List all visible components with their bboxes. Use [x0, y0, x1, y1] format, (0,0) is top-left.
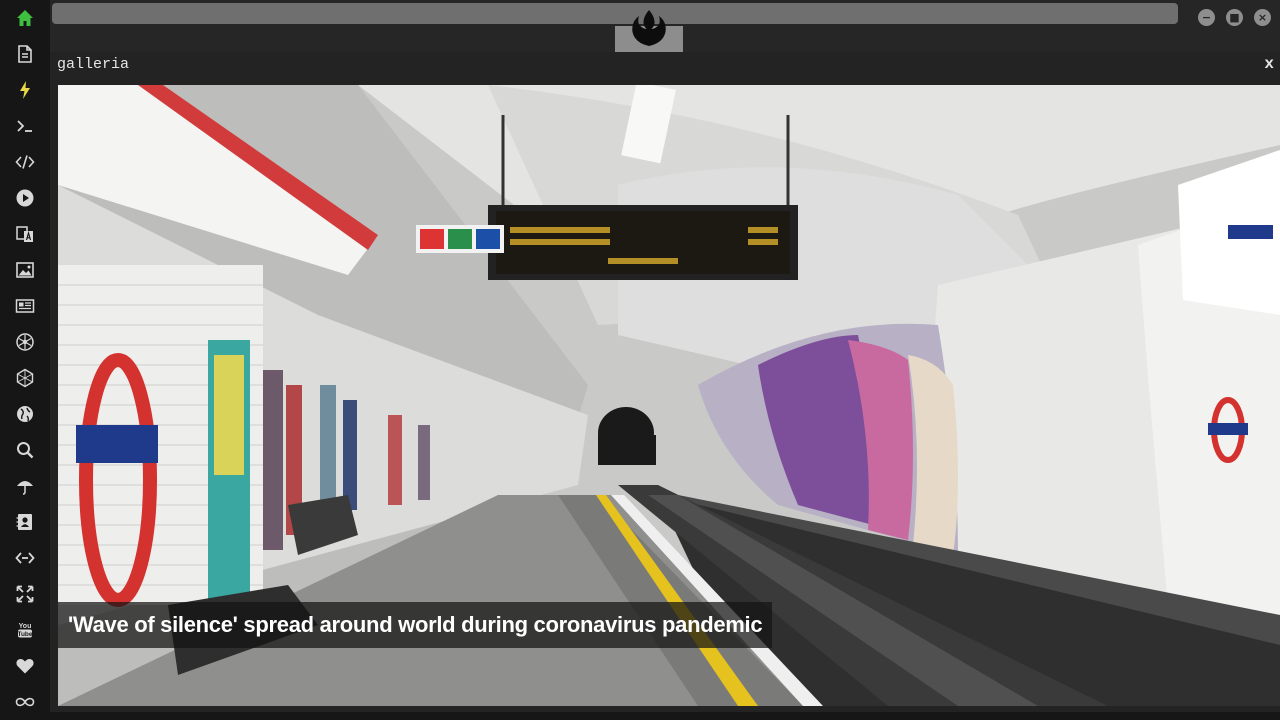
- image-caption: 'Wave of silence' spread around world du…: [58, 602, 773, 648]
- infinity-icon[interactable]: [10, 687, 40, 717]
- expand-icon[interactable]: [10, 579, 40, 609]
- image-icon[interactable]: [10, 255, 40, 285]
- maximize-icon: ■: [1229, 11, 1240, 24]
- maximize-button[interactable]: ■: [1226, 9, 1243, 26]
- document-icon[interactable]: [10, 39, 40, 69]
- link-icon[interactable]: [10, 543, 40, 573]
- globe-icon[interactable]: [10, 399, 40, 429]
- gallery-image[interactable]: 'Wave of silence' spread around world du…: [58, 85, 1280, 706]
- panel-close-button[interactable]: x: [1264, 55, 1274, 73]
- search-icon[interactable]: [10, 435, 40, 465]
- newspaper-icon[interactable]: [10, 291, 40, 321]
- lightning-icon[interactable]: [10, 75, 40, 105]
- address-bar[interactable]: [52, 3, 1178, 24]
- terminal-icon[interactable]: [10, 111, 40, 141]
- hexagon-icon[interactable]: [10, 363, 40, 393]
- translate-icon[interactable]: [10, 219, 40, 249]
- bottom-bar: [50, 712, 1280, 720]
- gallery-panel: galleria x 'Wave of silence' spread arou…: [50, 52, 1280, 712]
- atom-icon[interactable]: [10, 327, 40, 357]
- umbrella-icon[interactable]: [10, 471, 40, 501]
- minimize-button[interactable]: −: [1198, 9, 1215, 26]
- close-icon: ×: [1257, 11, 1268, 24]
- contact-card-icon[interactable]: [10, 507, 40, 537]
- heart-icon[interactable]: [10, 651, 40, 681]
- panel-title: galleria: [57, 56, 130, 73]
- code-icon[interactable]: [10, 147, 40, 177]
- home-icon[interactable]: [10, 3, 40, 33]
- sidebar: You Tube: [0, 0, 50, 720]
- close-window-button[interactable]: ×: [1254, 9, 1271, 26]
- minimize-icon: −: [1201, 11, 1212, 24]
- svg-text:Tube: Tube: [17, 631, 32, 638]
- youtube-icon[interactable]: You Tube: [10, 615, 40, 645]
- play-icon[interactable]: [10, 183, 40, 213]
- rebel-alliance-icon: [628, 8, 670, 48]
- svg-text:You: You: [19, 623, 32, 630]
- top-bar: − ■ ×: [50, 0, 1280, 52]
